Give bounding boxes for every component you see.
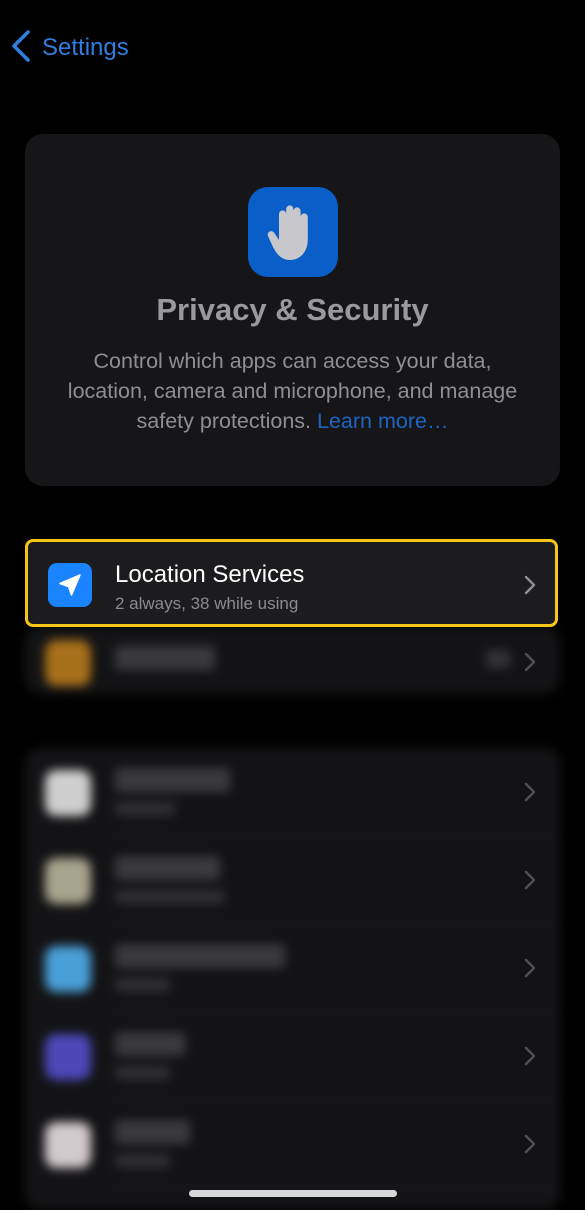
chevron-left-icon	[10, 29, 32, 68]
chevron-right-icon	[524, 575, 536, 595]
list-item-label	[115, 856, 220, 880]
list-item-subtitle	[115, 802, 175, 816]
back-button-label: Settings	[42, 34, 129, 61]
list-item-label	[115, 1120, 190, 1144]
tracking-icon	[45, 640, 91, 686]
list-item-label	[115, 944, 285, 968]
raised-hand-icon	[248, 187, 338, 277]
list-item-subtitle	[115, 1066, 170, 1080]
list-item-subtitle	[115, 978, 170, 992]
chevron-right-icon	[524, 652, 536, 672]
list-item-label	[115, 1032, 185, 1056]
location-services-row[interactable]: Location Services 2 always, 38 while usi…	[25, 539, 558, 627]
tracking-value	[486, 650, 510, 668]
list-item[interactable]	[25, 1100, 560, 1188]
page-title: Privacy & Security	[156, 292, 429, 327]
chevron-right-icon	[524, 1134, 536, 1154]
list-item[interactable]	[25, 748, 560, 836]
health-icon	[45, 1122, 91, 1168]
calendar-icon	[45, 770, 91, 816]
list-item[interactable]	[25, 1012, 560, 1100]
chevron-right-icon	[524, 958, 536, 978]
folder-icon	[45, 946, 91, 992]
location-services-subtitle: 2 always, 38 while using	[115, 594, 299, 613]
list-item-subtitle	[115, 1154, 170, 1168]
header-description: Control which apps can access your data,…	[65, 346, 520, 436]
home-indicator[interactable]	[189, 1190, 397, 1197]
location-services-label: Location Services	[115, 561, 305, 588]
tracking-group	[25, 626, 560, 694]
contacts-icon	[45, 858, 91, 904]
list-item[interactable]	[25, 924, 560, 1012]
list-item-subtitle	[115, 890, 225, 904]
chevron-right-icon	[524, 1046, 536, 1066]
back-button[interactable]: Settings	[10, 26, 129, 70]
list-item[interactable]	[25, 836, 560, 924]
tracking-row[interactable]	[25, 618, 560, 706]
settings-screen: Settings Privacy & Security Control whic…	[0, 0, 585, 1210]
location-arrow-icon	[48, 563, 92, 607]
privacy-header-card: Privacy & Security Control which apps ca…	[25, 134, 560, 486]
focus-icon	[45, 1034, 91, 1080]
description-text: Control which apps can access your data,…	[67, 349, 518, 433]
learn-more-link[interactable]: Learn more…	[317, 409, 448, 433]
list-item-label	[115, 768, 230, 792]
row-divider	[115, 1187, 560, 1188]
chevron-right-icon	[524, 782, 536, 802]
chevron-right-icon	[524, 870, 536, 890]
data-access-group	[25, 748, 560, 1210]
tracking-label	[115, 646, 215, 670]
